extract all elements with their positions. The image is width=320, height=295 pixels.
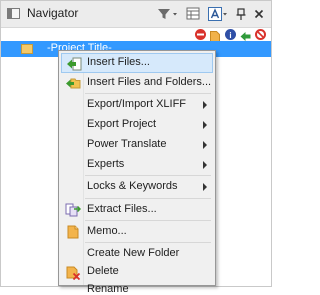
menu-item-create-new-folder[interactable]: Create New Folder (61, 244, 213, 264)
navigator-titlebar: Navigator (1, 1, 271, 28)
menu-item-insert-files-folders[interactable]: Insert Files and Folders... (61, 73, 213, 93)
submenu-arrow-icon (203, 121, 207, 129)
menu-item-locks-keywords[interactable]: Locks & Keywords (61, 177, 213, 197)
menu-item-memo[interactable]: Memo... (61, 222, 213, 242)
filter-icon[interactable] (155, 5, 181, 23)
menu-separator (85, 175, 211, 176)
folder-icon (21, 44, 33, 54)
no-entry-icon[interactable] (195, 29, 206, 40)
menu-item-experts[interactable]: Experts (61, 155, 213, 175)
submenu-arrow-icon (203, 101, 207, 109)
navigator-title: Navigator (27, 6, 79, 20)
extract-files-icon (65, 202, 82, 218)
menu-item-insert-files[interactable]: Insert Files... (61, 53, 213, 73)
status-icon-bar: i (1, 28, 271, 42)
menu-item-export-project[interactable]: Export Project (61, 115, 213, 135)
close-icon[interactable] (253, 5, 265, 23)
menu-item-extract-files[interactable]: Extract Files... (61, 200, 213, 220)
info-icon[interactable]: i (225, 29, 236, 40)
submenu-arrow-icon (203, 141, 207, 149)
submenu-arrow-icon (203, 161, 207, 169)
grid-icon[interactable] (185, 5, 201, 23)
document-icon[interactable] (210, 29, 220, 42)
memo-icon (65, 224, 81, 240)
menu-item-delete[interactable]: Delete (61, 262, 213, 282)
pin-icon[interactable] (235, 5, 247, 23)
menu-separator (85, 242, 211, 243)
menu-separator (85, 220, 211, 221)
font-icon[interactable] (207, 5, 229, 23)
context-menu: Insert Files... Insert Files and Folders… (58, 50, 216, 295)
delete-icon (65, 264, 81, 281)
submenu-arrow-icon (203, 183, 207, 191)
insert-files-icon (66, 56, 82, 72)
blocked-icon[interactable] (255, 29, 266, 40)
menu-separator (85, 93, 211, 94)
menu-item-power-translate[interactable]: Power Translate (61, 135, 213, 155)
menu-separator (85, 198, 211, 199)
menu-item-export-import-xliff[interactable]: Export/Import XLIFF (61, 95, 213, 115)
arrow-left-icon[interactable] (240, 29, 251, 41)
svg-text:i: i (229, 31, 231, 40)
insert-folders-icon (65, 75, 81, 91)
panel-icon (7, 8, 20, 19)
